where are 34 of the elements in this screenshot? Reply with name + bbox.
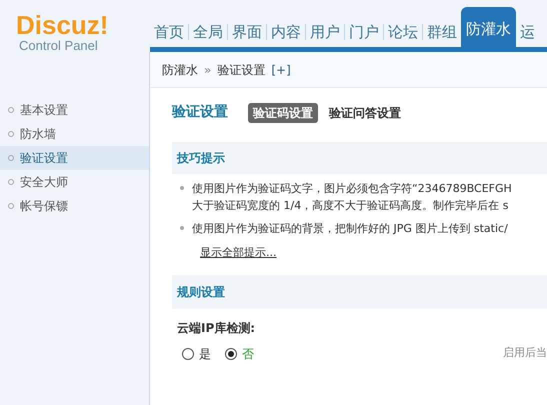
field-note: 启用后当 bbox=[503, 345, 547, 362]
logo-text: Discuz! bbox=[16, 12, 108, 38]
section-title: 规则设置 bbox=[177, 284, 225, 300]
page-title: 验证设置 bbox=[172, 103, 228, 122]
nav-tab[interactable]: 全局 bbox=[189, 17, 227, 47]
section-title: 技巧提示 bbox=[177, 150, 225, 167]
radio-option[interactable]: 否 bbox=[225, 344, 254, 362]
sidebar-item[interactable]: 防水墙 bbox=[0, 122, 149, 146]
sidebar-item[interactable]: 基本设置 bbox=[0, 98, 149, 122]
nav-tab[interactable]: 门户 bbox=[345, 17, 383, 47]
breadcrumb-link[interactable]: 防灌水 bbox=[162, 60, 198, 78]
sidebar-item[interactable]: 验证设置 bbox=[0, 146, 149, 170]
tip-text: 使用图片作为验证码文字，图片必须包含字符“2346789BCEFGH bbox=[192, 181, 512, 197]
field-label: 云端IP库检测: bbox=[176, 320, 256, 336]
nav-tab[interactable]: 界面 bbox=[228, 17, 266, 47]
radio-option[interactable]: 是 bbox=[182, 344, 211, 362]
logo-subtitle: Control Panel bbox=[18, 38, 98, 54]
nav-tab[interactable]: 首页 bbox=[150, 17, 188, 47]
nav-tab[interactable]: 防灌水 bbox=[461, 7, 516, 47]
nav-tab[interactable]: 用户 bbox=[306, 17, 344, 47]
sidebar-item[interactable]: 安全大师 bbox=[0, 170, 149, 194]
tip-text: 使用图片作为验证码的背景，把制作好的 JPG 图片上传到 static/ bbox=[192, 221, 508, 237]
nav-tab[interactable]: 运 bbox=[516, 17, 539, 47]
tip-text: 大于验证码宽度的 1/4，高度不大于验证码高度。制作完毕后在 s bbox=[192, 198, 510, 214]
add-shortcut-link[interactable]: [+] bbox=[271, 60, 291, 78]
breadcrumb-separator: » bbox=[204, 62, 212, 78]
nav-tab[interactable]: 论坛 bbox=[384, 17, 422, 47]
nav-tab[interactable]: 群组 bbox=[423, 17, 461, 47]
nav-tab[interactable]: 内容 bbox=[267, 17, 305, 47]
settings-tab[interactable]: 验证码设置 bbox=[248, 102, 318, 122]
settings-tab[interactable]: 验证问答设置 bbox=[324, 102, 406, 122]
show-all-tips-link[interactable]: 显示全部提示... bbox=[180, 243, 276, 262]
breadcrumb-current: 验证设置 bbox=[217, 62, 266, 78]
sidebar-item[interactable]: 帐号保镖 bbox=[0, 194, 149, 218]
